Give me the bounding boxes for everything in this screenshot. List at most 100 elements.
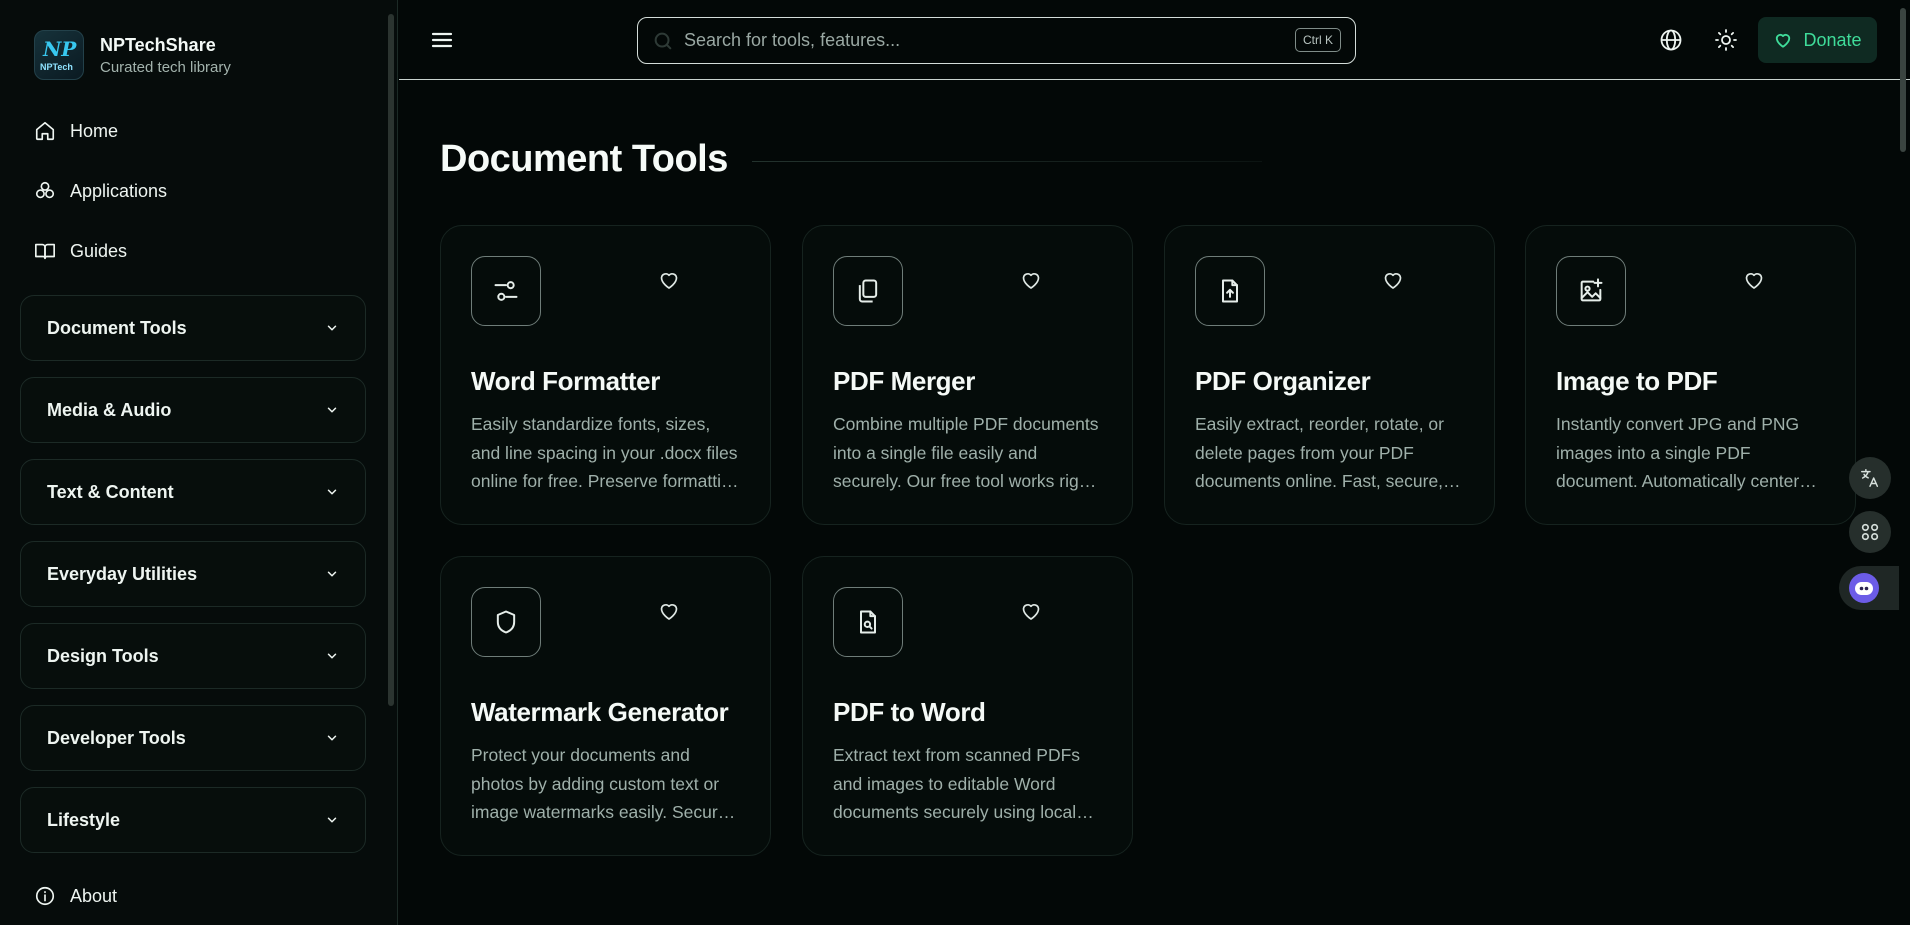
- category-everyday-utilities[interactable]: Everyday Utilities: [20, 541, 366, 607]
- chatbot-button[interactable]: [1839, 566, 1899, 610]
- category-label: Text & Content: [47, 481, 174, 502]
- card-description: Protect your documents and photos by add…: [471, 745, 728, 822]
- nav-about[interactable]: About: [34, 885, 117, 907]
- donate-button[interactable]: Donate: [1758, 17, 1877, 63]
- nav-applications[interactable]: Applications: [34, 180, 167, 202]
- card-description: Easily standardize fonts, sizes, and lin…: [471, 414, 741, 491]
- card-description: Instantly convert JPG and PNG images int…: [1556, 414, 1800, 491]
- favorite-button[interactable]: [1742, 268, 1766, 292]
- sidebar-scrollbar[interactable]: [388, 14, 394, 706]
- nav-about-label: About: [70, 885, 118, 906]
- keyboard-shortcut-hint: Ctrl K: [1295, 28, 1341, 52]
- nav-home-label: Home: [70, 120, 119, 141]
- sliders-icon: [471, 256, 541, 326]
- favorite-button[interactable]: [1381, 268, 1405, 292]
- sun-icon: [1714, 28, 1738, 52]
- chatbot-icon: [1849, 573, 1879, 603]
- tool-card-pdf-to-word[interactable]: PDF to Word Extract text from scanned PD…: [802, 556, 1133, 856]
- page-title: Document Tools: [440, 138, 728, 180]
- category-label: Document Tools: [47, 317, 187, 338]
- category-design-tools[interactable]: Design Tools: [20, 623, 366, 689]
- heart-icon: [657, 599, 681, 623]
- category-document-tools[interactable]: Document Tools: [20, 295, 366, 361]
- translate-button[interactable]: [1849, 457, 1891, 499]
- chevron-down-icon: [325, 321, 339, 335]
- card-title: PDF Merger: [833, 366, 975, 396]
- home-icon: [34, 120, 56, 142]
- chevron-down-icon: [325, 649, 339, 663]
- card-description: Extract text from scanned PDFs and image…: [833, 745, 1081, 822]
- chevron-down-icon: [325, 485, 339, 499]
- image-plus-icon: [1556, 256, 1626, 326]
- theme-toggle-button[interactable]: [1714, 28, 1738, 52]
- donate-label: Donate: [1803, 29, 1862, 50]
- logo-wordmark: NPTech: [40, 62, 73, 72]
- info-icon: [34, 885, 56, 907]
- nav-guides-label: Guides: [70, 240, 128, 261]
- chevron-down-icon: [325, 567, 339, 581]
- sidebar: NP NPTech NPTechShare Curated tech libra…: [0, 0, 398, 925]
- title-divider: [752, 161, 1262, 162]
- heart-icon: [1773, 30, 1803, 50]
- top-bar: Ctrl K Donate: [399, 0, 1910, 80]
- brand-title: NPTechShare: [100, 34, 216, 55]
- copy-files-icon: [833, 256, 903, 326]
- search-icon: [652, 30, 674, 52]
- favorite-button[interactable]: [1019, 268, 1043, 292]
- language-button[interactable]: [1659, 28, 1683, 52]
- book-icon: [34, 240, 56, 262]
- tool-card-image-to-pdf[interactable]: Image to PDF Instantly convert JPG and P…: [1525, 225, 1856, 525]
- file-search-icon: [833, 587, 903, 657]
- category-lifestyle[interactable]: Lifestyle: [20, 787, 366, 853]
- apps-grid-button[interactable]: [1849, 511, 1891, 553]
- page-scrollbar[interactable]: [1900, 8, 1906, 152]
- favorite-button[interactable]: [657, 268, 681, 292]
- category-media-audio[interactable]: Media & Audio: [20, 377, 366, 443]
- chevron-down-icon: [325, 403, 339, 417]
- category-text-content[interactable]: Text & Content: [20, 459, 366, 525]
- applications-icon: [34, 180, 56, 202]
- brand-logo: NP NPTech: [34, 30, 84, 80]
- heart-icon: [1019, 599, 1043, 623]
- heart-icon: [1381, 268, 1405, 292]
- nav-home[interactable]: Home: [34, 120, 118, 142]
- globe-icon: [1659, 28, 1683, 52]
- grid-icon: [1859, 521, 1881, 543]
- category-label: Media & Audio: [47, 399, 172, 420]
- tool-card-pdf-organizer[interactable]: PDF Organizer Easily extract, reorder, r…: [1164, 225, 1495, 525]
- brand[interactable]: NP NPTech NPTechShare Curated tech libra…: [34, 30, 231, 80]
- card-title: Watermark Generator: [471, 697, 729, 727]
- file-upload-icon: [1195, 256, 1265, 326]
- favorite-button[interactable]: [657, 599, 681, 623]
- search-input[interactable]: [684, 30, 1264, 51]
- category-developer-tools[interactable]: Developer Tools: [20, 705, 366, 771]
- card-title: Word Formatter: [471, 366, 660, 396]
- heart-icon: [1019, 268, 1043, 292]
- menu-button[interactable]: [429, 28, 455, 52]
- logo-monogram: NP: [43, 37, 77, 61]
- tool-card-pdf-merger[interactable]: PDF Merger Combine multiple PDF document…: [802, 225, 1133, 525]
- search-bar[interactable]: Ctrl K: [637, 17, 1356, 64]
- favorite-button[interactable]: [1019, 599, 1043, 623]
- category-label: Lifestyle: [47, 809, 121, 830]
- chevron-down-icon: [325, 731, 339, 745]
- tool-card-word-formatter[interactable]: Word Formatter Easily standardize fonts,…: [440, 225, 771, 525]
- card-description: Combine multiple PDF documents into a si…: [833, 414, 1099, 491]
- heart-icon: [657, 268, 681, 292]
- card-title: PDF Organizer: [1195, 366, 1371, 396]
- card-title: PDF to Word: [833, 697, 986, 727]
- translate-icon: [1859, 467, 1881, 489]
- hamburger-icon: [429, 28, 455, 52]
- card-title: Image to PDF: [1556, 366, 1718, 396]
- chevron-down-icon: [325, 813, 339, 827]
- card-description: Easily extract, reorder, rotate, or dele…: [1195, 414, 1444, 491]
- heart-icon: [1742, 268, 1766, 292]
- category-label: Everyday Utilities: [47, 563, 198, 584]
- nav-guides[interactable]: Guides: [34, 240, 127, 262]
- brand-subtitle: Curated tech library: [100, 58, 231, 76]
- category-label: Developer Tools: [47, 727, 186, 748]
- shield-icon: [471, 587, 541, 657]
- category-label: Design Tools: [47, 645, 159, 666]
- nav-applications-label: Applications: [70, 180, 168, 201]
- tool-card-watermark-generator[interactable]: Watermark Generator Protect your documen…: [440, 556, 771, 856]
